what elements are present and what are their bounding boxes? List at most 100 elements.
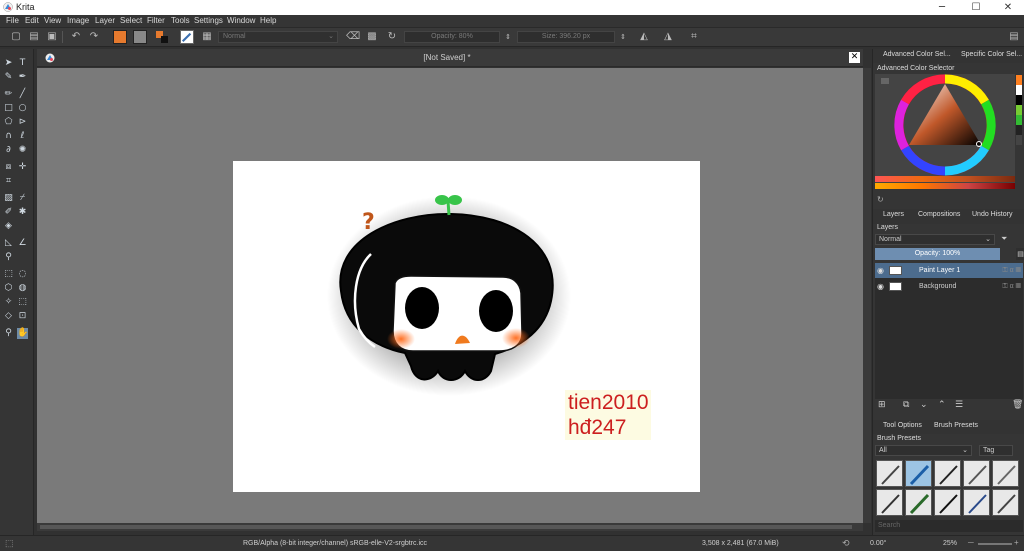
- color-slider-2[interactable]: [875, 183, 1015, 189]
- ellipse-tool-icon[interactable]: ○: [17, 103, 28, 114]
- layer-filter-icon[interactable]: ⏷: [1001, 234, 1007, 244]
- visibility-eye-icon[interactable]: ◉: [877, 279, 886, 294]
- tab-specific-color-selector[interactable]: Specific Color Sel...: [961, 51, 1022, 58]
- gradient-tool-icon[interactable]: ▨: [3, 193, 14, 204]
- duplicate-layer-icon[interactable]: ⧉: [903, 400, 909, 410]
- layer-lock-flags-icon[interactable]: ⚿ α ▦: [1002, 279, 1021, 294]
- brush-search-input[interactable]: Search: [875, 520, 1023, 532]
- new-document-icon[interactable]: ▢: [10, 31, 22, 43]
- layer-menu-icon[interactable]: ☰: [955, 400, 963, 410]
- text-tool-icon[interactable]: T: [17, 58, 28, 69]
- elliptical-selection-tool-icon[interactable]: ◌: [17, 269, 28, 280]
- brush-preset[interactable]: [905, 489, 932, 516]
- layer-opacity-slider[interactable]: Opacity: 100%: [875, 248, 1000, 260]
- zoom-in-icon[interactable]: +: [1014, 538, 1019, 547]
- background-color-swatch[interactable]: [133, 30, 147, 44]
- tab-brush-presets[interactable]: Brush Presets: [934, 422, 978, 429]
- brush-preset-selected[interactable]: [905, 460, 932, 487]
- freehand-brush-tool-icon[interactable]: ✏: [3, 89, 14, 100]
- minimize-button[interactable]: ─: [926, 0, 958, 15]
- rotation-icon[interactable]: ⟲: [842, 538, 850, 549]
- rectangle-tool-icon[interactable]: □: [3, 103, 14, 114]
- mirror-horizontal-icon[interactable]: ◭: [638, 31, 650, 43]
- smart-patch-tool-icon[interactable]: ✱: [17, 207, 28, 218]
- open-document-icon[interactable]: ▤: [28, 31, 40, 43]
- brush-preset-icon[interactable]: [180, 30, 194, 44]
- redo-icon[interactable]: ↷: [88, 31, 100, 43]
- polyline-tool-icon[interactable]: ⊳: [17, 117, 28, 128]
- size-slider[interactable]: Size: 396.20 px: [517, 31, 615, 43]
- brush-preset[interactable]: [876, 489, 903, 516]
- polygon-tool-icon[interactable]: ⬠: [3, 117, 14, 128]
- brush-preset[interactable]: [963, 489, 990, 516]
- visibility-eye-icon[interactable]: ◉: [877, 263, 886, 278]
- pan-tool-icon[interactable]: ✋: [17, 328, 28, 339]
- menu-settings[interactable]: Settings: [194, 16, 223, 25]
- zoom-level[interactable]: 25%: [943, 540, 957, 547]
- layer-blend-mode-dropdown[interactable]: Normal ⌄: [875, 234, 995, 245]
- undo-icon[interactable]: ↶: [70, 31, 82, 43]
- menu-edit[interactable]: Edit: [25, 16, 39, 25]
- canvas-viewport[interactable]: ? tien2010 hđ247: [37, 68, 863, 523]
- zoom-out-icon[interactable]: ─: [968, 538, 974, 547]
- bezier-selection-tool-icon[interactable]: ◇: [3, 311, 14, 322]
- similar-color-selection-tool-icon[interactable]: ⬚: [17, 297, 28, 308]
- pattern-icon[interactable]: ▦: [201, 31, 213, 43]
- layer-properties-icon[interactable]: ▤: [1016, 248, 1024, 260]
- brush-preset[interactable]: [992, 460, 1019, 487]
- move-layer-up-icon[interactable]: ⌃: [938, 400, 946, 410]
- freehand-path-tool-icon[interactable]: ℓ: [17, 131, 28, 142]
- layer-lock-flags-icon[interactable]: ⚿ α ▦: [1002, 263, 1021, 278]
- swap-colors-icon[interactable]: [156, 31, 168, 43]
- tab-compositions[interactable]: Compositions: [918, 211, 960, 218]
- assistant-tool-icon[interactable]: ◺: [3, 238, 14, 249]
- layer-row-background[interactable]: ◉ Background ⚿ α ▦: [875, 279, 1023, 294]
- reference-images-tool-icon[interactable]: ⚲: [3, 252, 14, 263]
- color-settings-icon[interactable]: [881, 78, 889, 84]
- document-tab[interactable]: [Not Saved] * ✕: [37, 49, 863, 67]
- brush-preset[interactable]: [963, 460, 990, 487]
- size-stepper-icon[interactable]: ⇕: [617, 31, 629, 43]
- reload-preset-icon[interactable]: ↻: [386, 31, 398, 43]
- close-document-button[interactable]: ✕: [849, 52, 860, 63]
- mirror-vertical-icon[interactable]: ◮: [662, 31, 674, 43]
- move-layer-down-icon[interactable]: ⌄: [920, 400, 928, 410]
- tab-layers[interactable]: Layers: [883, 211, 904, 218]
- blend-mode-dropdown[interactable]: Normal ⌄: [218, 31, 338, 43]
- preserve-alpha-icon[interactable]: ▩: [366, 31, 378, 43]
- menu-image[interactable]: Image: [67, 16, 89, 25]
- tab-undo-history[interactable]: Undo History: [972, 211, 1012, 218]
- opacity-slider[interactable]: Opacity: 80%: [404, 31, 500, 43]
- vertical-scrollbar[interactable]: [863, 68, 871, 523]
- brush-filter-dropdown[interactable]: All ⌄: [875, 445, 972, 456]
- color-slider-1[interactable]: [875, 176, 1015, 182]
- brush-preset[interactable]: [992, 489, 1019, 516]
- menu-layer[interactable]: Layer: [95, 16, 115, 25]
- measure-tool-icon[interactable]: ∠: [17, 238, 28, 249]
- polygonal-selection-tool-icon[interactable]: ⬡: [3, 283, 14, 294]
- tag-dropdown[interactable]: Tag: [979, 445, 1013, 456]
- foreground-color-swatch[interactable]: [113, 30, 127, 44]
- maximize-button[interactable]: ☐: [960, 0, 992, 15]
- tab-advanced-color-selector[interactable]: Advanced Color Sel...: [883, 51, 951, 58]
- color-selector-panel[interactable]: [875, 74, 1015, 189]
- save-document-icon[interactable]: ▣: [46, 31, 58, 43]
- brush-preset[interactable]: [876, 460, 903, 487]
- horizontal-scrollbar[interactable]: [37, 523, 863, 531]
- menu-window[interactable]: Window: [227, 16, 255, 25]
- canvas-paper[interactable]: ? tien2010 hđ247: [233, 161, 700, 492]
- crop-tool-icon[interactable]: ⌗: [3, 176, 14, 187]
- rectangular-selection-tool-icon[interactable]: ⬚: [3, 269, 14, 280]
- selection-mode-icon[interactable]: ⬚: [5, 538, 14, 549]
- calligraphy-tool-icon[interactable]: ✒: [17, 72, 28, 83]
- color-selector-refresh-icon[interactable]: ↻: [877, 195, 884, 204]
- select-shapes-tool-icon[interactable]: ➤: [3, 58, 14, 69]
- contiguous-selection-tool-icon[interactable]: ✧: [3, 297, 14, 308]
- dynamic-brush-tool-icon[interactable]: ∂: [3, 145, 14, 156]
- magnetic-selection-tool-icon[interactable]: ⊡: [17, 311, 28, 322]
- close-window-button[interactable]: ✕: [992, 0, 1024, 15]
- delete-layer-icon[interactable]: 🗑: [1012, 400, 1023, 410]
- toolbar-options-icon[interactable]: ▤: [1008, 31, 1020, 43]
- color-history-strip[interactable]: [1016, 75, 1022, 155]
- hue-ring-triangle[interactable]: [875, 74, 1015, 189]
